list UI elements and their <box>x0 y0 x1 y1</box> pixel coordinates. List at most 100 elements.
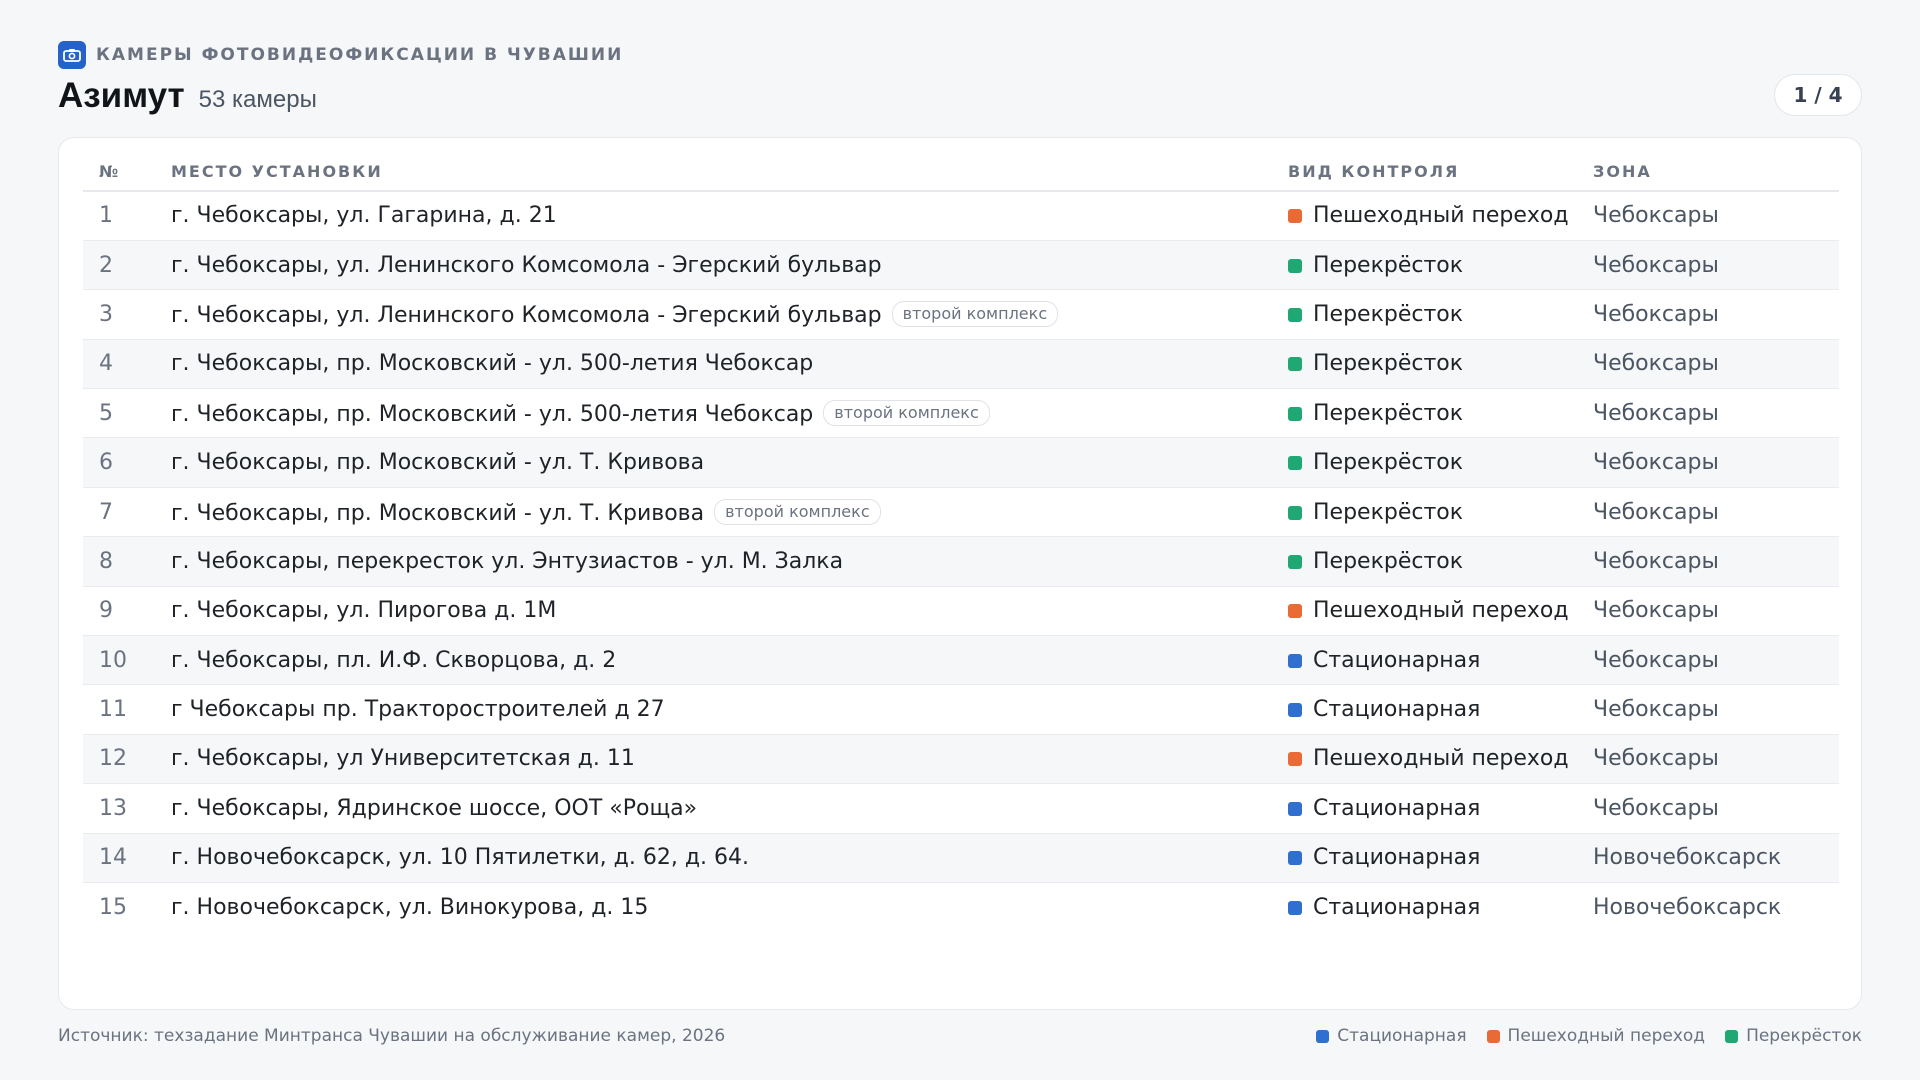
table-row: 11 г Чебоксары пр. Тракторостроителей д 2… <box>83 684 1839 735</box>
table-row: 9 г. Чебоксары, ул. Пирогова д. 1М Пешеход… <box>83 586 1839 637</box>
row-place: г. Чебоксары, ул. Ленинского Комсомола -… <box>171 252 882 278</box>
table-row: 13 г. Чебоксары, Ядринское шоссе, ООТ «Ро… <box>83 783 1839 834</box>
row-place-cell: г. Чебоксары, ул. Пирогова д. 1М <box>155 586 1272 637</box>
control-type-marker <box>1288 258 1302 273</box>
row-number: 5 <box>83 388 155 439</box>
control-type-marker <box>1288 357 1302 372</box>
row-place: г. Чебоксары, пр. Московский - ул. Т. Кр… <box>171 500 705 526</box>
row-zone: Чебоксары <box>1577 339 1839 390</box>
row-place: г. Чебоксары, ул. Пирогова д. 1М <box>171 598 557 624</box>
table-row: 4 г. Чебоксары, пр. Московский - ул. 500-… <box>83 339 1839 390</box>
row-place-cell: г. Чебоксары, ул. Ленинского Комсомола -… <box>155 289 1272 340</box>
row-place: г Чебоксары пр. Тракторостроителей д 27 <box>171 697 665 723</box>
row-type-cell: Перекрёсток <box>1272 487 1577 538</box>
table-row: 15 г. Новочебоксарск, ул. Винокурова, д. … <box>83 882 1839 931</box>
row-place-cell: г. Чебоксары, пр. Московский - ул. Т. Кр… <box>155 437 1272 488</box>
row-number: 10 <box>83 635 155 686</box>
table-header: № МЕСТО УСТАНОВКИ ВИД КОНТРОЛЯ ЗОНА <box>83 153 1839 192</box>
row-place-cell: г. Чебоксары, ул Университетская д. 11 <box>155 734 1272 785</box>
table-row: 2 г. Чебоксары, ул. Ленинского Комсомола … <box>83 240 1839 291</box>
row-number: 1 <box>83 191 155 241</box>
table-row: 7 г. Чебоксары, пр. Московский - ул. Т. К… <box>83 487 1839 538</box>
row-place-cell: г. Чебоксары, пр. Московский - ул. 500-л… <box>155 388 1272 439</box>
title-row: Азимут 53 камеры <box>58 76 1862 116</box>
row-zone: Новочебоксарск <box>1577 833 1839 883</box>
row-type: Перекрёсток <box>1313 252 1464 278</box>
second-complex-badge: второй комплекс <box>823 399 990 426</box>
table-row: 6 г. Чебоксары, пр. Московский - ул. Т. К… <box>83 437 1839 488</box>
row-place: г. Чебоксары, ул. Гагарина, д. 21 <box>171 203 557 229</box>
row-type: Перекрёсток <box>1313 301 1464 327</box>
row-zone: Чебоксары <box>1577 586 1839 637</box>
legend-item: Стационарная <box>1316 1026 1467 1046</box>
page: КАМЕРЫ ФОТОВИДЕОФИКСАЦИИ В ЧУВАШИИ Азиму… <box>0 0 1920 1080</box>
table-header-row: № МЕСТО УСТАНОВКИ ВИД КОНТРОЛЯ ЗОНА <box>83 153 1839 192</box>
row-type: Стационарная <box>1313 845 1481 871</box>
row-type-cell: Стационарная <box>1272 833 1577 883</box>
legend: Стационарная Пешеходный переход Перекрёсто… <box>1296 1026 1862 1046</box>
row-place: г. Чебоксары, Ядринское шоссе, ООТ «Роща… <box>171 795 698 821</box>
row-type-cell: Стационарная <box>1272 882 1577 931</box>
second-complex-badge: второй комплекс <box>891 300 1059 327</box>
row-place-cell: г. Новочебоксарск, ул. 10 Пятилетки, д. … <box>155 833 1272 883</box>
column-header-type: ВИД КОНТРОЛЯ <box>1272 153 1577 192</box>
row-zone: Чебоксары <box>1577 684 1839 735</box>
legend-swatch <box>1316 1029 1330 1043</box>
row-type-cell: Пешеходный переход <box>1272 586 1577 637</box>
row-place: г. Чебоксары, перекресток ул. Энтузиасто… <box>171 548 844 574</box>
row-number: 14 <box>83 833 155 883</box>
row-type-cell: Перекрёсток <box>1272 240 1577 291</box>
control-type-marker <box>1288 604 1302 619</box>
row-type-cell: Перекрёсток <box>1272 388 1577 439</box>
row-type-cell: Перекрёсток <box>1272 536 1577 587</box>
row-type: Пешеходный переход <box>1313 746 1569 772</box>
row-type: Перекрёсток <box>1313 548 1464 574</box>
row-place-cell: г. Чебоксары, ул. Гагарина, д. 21 <box>155 191 1272 241</box>
row-zone: Чебоксары <box>1577 437 1839 488</box>
row-type: Пешеходный переход <box>1313 203 1569 229</box>
page-indicator: 1 / 4 <box>1774 74 1862 116</box>
row-zone: Чебоксары <box>1577 289 1839 340</box>
control-type-marker <box>1288 307 1302 322</box>
row-type: Перекрёсток <box>1313 450 1464 476</box>
table-body: 1 г. Чебоксары, ул. Гагарина, д. 21 Пешехо… <box>83 191 1839 932</box>
row-place-cell: г. Чебоксары, пл. И.Ф. Скворцова, д. 2 <box>155 635 1272 686</box>
row-type-cell: Стационарная <box>1272 684 1577 735</box>
control-type-marker <box>1288 209 1302 224</box>
row-type-cell: Пешеходный переход <box>1272 191 1577 241</box>
row-type: Перекрёсток <box>1313 351 1464 377</box>
row-number: 12 <box>83 734 155 785</box>
control-type-marker <box>1288 406 1302 421</box>
row-type: Стационарная <box>1313 795 1481 821</box>
table-row: 8 г. Чебоксары, перекресток ул. Энтузиаст… <box>83 536 1839 587</box>
row-place: г. Чебоксары, пр. Московский - ул. Т. Кр… <box>171 450 705 476</box>
camera-table-card: № МЕСТО УСТАНОВКИ ВИД КОНТРОЛЯ ЗОНА 1 г. … <box>58 137 1862 1010</box>
row-zone: Чебоксары <box>1577 388 1839 439</box>
kicker-label: КАМЕРЫ ФОТОВИДЕОФИКСАЦИИ В ЧУВАШИИ <box>96 45 624 65</box>
camera-count: 53 камеры <box>198 86 317 113</box>
row-number: 13 <box>83 783 155 834</box>
header: КАМЕРЫ ФОТОВИДЕОФИКСАЦИИ В ЧУВАШИИ Азиму… <box>58 40 1862 124</box>
legend-label: Стационарная <box>1337 1026 1467 1046</box>
legend-item: Пешеходный переход <box>1486 1026 1705 1046</box>
row-number: 4 <box>83 339 155 390</box>
row-type: Стационарная <box>1313 647 1481 673</box>
row-type-cell: Стационарная <box>1272 635 1577 686</box>
table-row: 5 г. Чебоксары, пр. Московский - ул. 500-… <box>83 388 1839 439</box>
row-type: Перекрёсток <box>1313 400 1464 426</box>
row-place-cell: г. Чебоксары, перекресток ул. Энтузиасто… <box>155 536 1272 587</box>
table-row: 3 г. Чебоксары, ул. Ленинского Комсомола … <box>83 289 1839 340</box>
row-zone: Новочебоксарск <box>1593 894 1782 920</box>
row-place: г. Чебоксары, пр. Московский - ул. 500-л… <box>171 401 814 427</box>
row-zone: Чебоксары <box>1577 240 1839 291</box>
source-note: Источник: техзадание Минтранса Чувашии н… <box>58 1026 726 1046</box>
row-number: 8 <box>83 536 155 587</box>
row-place-cell: г. Чебоксары, ул. Ленинского Комсомола -… <box>155 240 1272 291</box>
control-type-marker <box>1288 505 1302 520</box>
page-title: Азимут <box>58 76 185 115</box>
row-zone: Чебоксары <box>1577 487 1839 538</box>
camera-table: № МЕСТО УСТАНОВКИ ВИД КОНТРОЛЯ ЗОНА 1 г. … <box>83 153 1839 932</box>
row-type-cell: Стационарная <box>1272 783 1577 834</box>
table-row: 10 г. Чебоксары, пл. И.Ф. Скворцова, д. 2… <box>83 635 1839 686</box>
row-place-cell: г. Чебоксары, Ядринское шоссе, ООТ «Роща… <box>155 783 1272 834</box>
